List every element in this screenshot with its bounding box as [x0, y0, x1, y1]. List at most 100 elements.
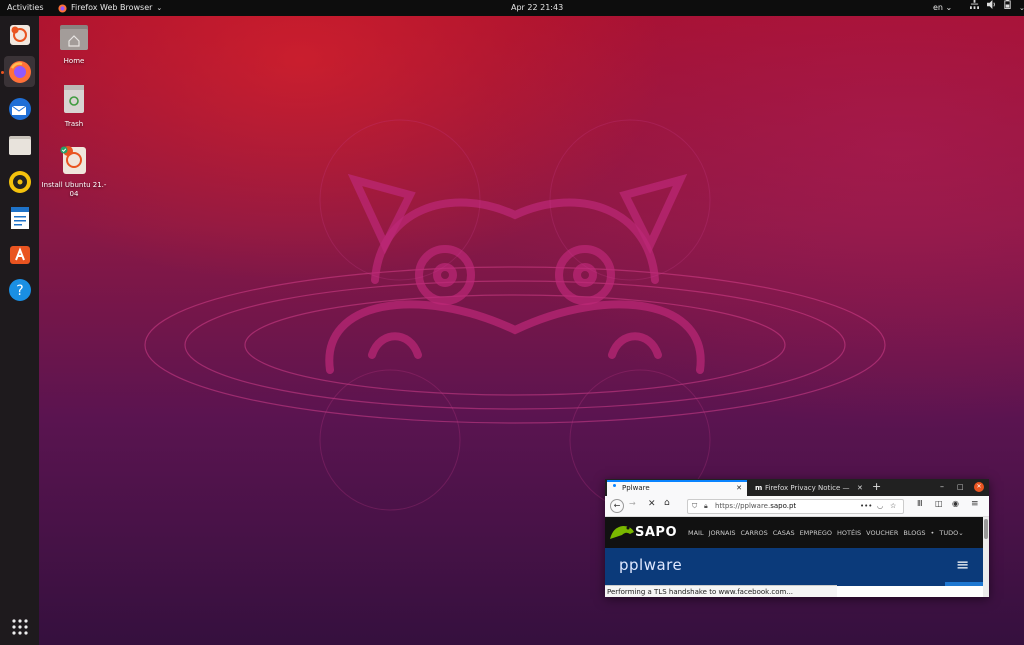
- svg-text:?: ?: [16, 283, 23, 299]
- page-actions-icon[interactable]: •••: [860, 500, 872, 513]
- lock-icon: 🔒︎: [704, 502, 708, 510]
- sapo-menu-emprego[interactable]: EMPREGO: [800, 529, 832, 537]
- firefox-icon: [8, 60, 31, 83]
- sapo-menu-tudo-label: TUDO: [939, 529, 959, 537]
- help-icon: ?: [8, 278, 31, 301]
- chevron-down-icon: ⌄: [958, 529, 964, 537]
- tab-bar: Pplware ✕ m Firefox Privacy Notice — ✕ +…: [605, 479, 989, 496]
- sapo-menu-blogs[interactable]: BLOGS: [903, 529, 925, 537]
- battery-icon: [1004, 0, 1011, 9]
- site-menu-icon[interactable]: ≡: [956, 555, 969, 574]
- dock-help[interactable]: ?: [4, 274, 35, 305]
- trash-icon: [64, 85, 84, 113]
- desktop-icon-home[interactable]: Home: [39, 23, 109, 66]
- rhythmbox-icon: [8, 170, 31, 193]
- close-window-icon[interactable]: ✕: [974, 482, 984, 492]
- app-menu-label: Firefox Web Browser: [71, 3, 153, 12]
- firefox-small-icon: [58, 3, 67, 13]
- pplware-logo[interactable]: pplware: [619, 556, 682, 574]
- sapo-menu-casas[interactable]: CASAS: [773, 529, 795, 537]
- language-label: en: [933, 3, 943, 12]
- chevron-down-icon: ⌄: [1019, 4, 1024, 12]
- loading-dot-icon: [613, 484, 616, 487]
- desktop-icon-label: Trash: [64, 120, 84, 128]
- dock-rhythmbox[interactable]: [4, 166, 35, 197]
- scrollbar[interactable]: [983, 517, 989, 597]
- forward-icon[interactable]: →: [629, 499, 636, 508]
- back-icon[interactable]: ←: [610, 499, 624, 513]
- dock-ubuntu-software[interactable]: [4, 238, 35, 269]
- stop-icon[interactable]: ✕: [648, 499, 656, 509]
- tab-pplware[interactable]: Pplware ✕: [607, 480, 747, 496]
- sapo-frog-icon: [610, 526, 634, 539]
- desktop-icon-install-ubuntu[interactable]: Install Ubuntu 21.- 04: [39, 145, 109, 199]
- network-icon: [970, 0, 979, 9]
- home-icon[interactable]: ⌂: [664, 498, 670, 508]
- ubuntu-installer-icon: [9, 24, 30, 45]
- desktop-icon-label: Install Ubuntu 21.- 04: [41, 181, 107, 198]
- close-tab-icon[interactable]: ✕: [736, 482, 742, 495]
- nav-bar: ← → ✕ ⌂ ⛉ 🔒︎ https://pplware.sapo.pt •••…: [605, 496, 989, 517]
- files-icon: [8, 135, 31, 155]
- shield-icon: ⛉: [692, 502, 698, 510]
- sapo-menu-separator: •: [930, 529, 935, 537]
- maximize-icon[interactable]: □: [957, 479, 964, 495]
- new-tab-button[interactable]: +: [872, 479, 881, 495]
- system-tray[interactable]: ⌄: [970, 0, 1024, 16]
- dock: ?: [0, 16, 39, 645]
- chevron-down-icon: ⌄: [945, 3, 953, 12]
- firefox-window: Pplware ✕ m Firefox Privacy Notice — ✕ +…: [605, 479, 989, 597]
- desktop-icon-label: Home: [63, 57, 85, 65]
- close-tab-icon[interactable]: ✕: [857, 480, 863, 496]
- tab-label: Firefox Privacy Notice —: [765, 484, 850, 492]
- sapo-menu-tudo[interactable]: TUDO⌄: [939, 529, 963, 537]
- folder-home-icon: [60, 25, 88, 50]
- url-bar[interactable]: ⛉ 🔒︎ https://pplware.sapo.pt ••• ◡ ☆: [687, 499, 904, 514]
- mozilla-icon: m: [755, 484, 763, 492]
- app-menu[interactable]: Firefox Web Browser ⌄: [58, 0, 162, 16]
- url-prefix: https://pplware.: [715, 502, 771, 510]
- activities-button[interactable]: Activities: [7, 0, 44, 16]
- ubuntu-installer-icon: [60, 146, 86, 174]
- volume-icon: [987, 0, 995, 9]
- sapo-menu-jornais[interactable]: JORNAIS: [709, 529, 736, 537]
- running-indicator: [1, 71, 4, 74]
- url-domain: sapo.pt: [770, 502, 797, 510]
- status-bar: Performing a TLS handshake to www.facebo…: [605, 585, 837, 597]
- pplware-header: pplware ≡: [605, 548, 989, 586]
- hamburger-menu-icon[interactable]: ≡: [971, 499, 979, 509]
- show-applications-button[interactable]: [4, 611, 35, 642]
- show-applications-icon: [11, 618, 28, 635]
- sapo-menu: MAIL JORNAIS CARROS CASAS EMPREGO HOTÉIS…: [688, 529, 964, 537]
- sidebar-icon[interactable]: ◫: [935, 499, 943, 508]
- bookmark-star-icon[interactable]: ☆: [890, 500, 896, 513]
- desktop-icon-trash[interactable]: Trash: [39, 84, 109, 129]
- dock-libreoffice-writer[interactable]: [4, 202, 35, 233]
- account-icon[interactable]: ◉: [952, 499, 959, 508]
- sapo-menu-hoteis[interactable]: HOTÉIS: [837, 529, 861, 537]
- tab-privacy-notice[interactable]: m Firefox Privacy Notice — ✕: [751, 480, 869, 496]
- dock-thunderbird[interactable]: [4, 93, 35, 124]
- writer-icon: [10, 206, 29, 229]
- software-center-icon: [9, 245, 30, 264]
- top-bar: Activities Firefox Web Browser ⌄ Apr 22 …: [0, 0, 1024, 16]
- library-icon[interactable]: Ⅲ: [917, 499, 923, 508]
- chevron-down-icon: ⌄: [156, 4, 163, 12]
- sapo-menu-mail[interactable]: MAIL: [688, 529, 704, 537]
- sapo-menu-carros[interactable]: CARROS: [741, 529, 768, 537]
- thunderbird-icon: [8, 97, 31, 120]
- sapo-logo[interactable]: SAPO: [635, 525, 677, 540]
- pocket-icon[interactable]: ◡: [877, 500, 883, 513]
- dock-firefox[interactable]: [4, 56, 35, 87]
- dock-files[interactable]: [4, 129, 35, 160]
- header-accent-bar: [945, 582, 983, 586]
- sapo-menu-voucher[interactable]: VOUCHER: [866, 529, 898, 537]
- sapo-header: SAPO MAIL JORNAIS CARROS CASAS EMPREGO H…: [605, 517, 989, 548]
- minimize-icon[interactable]: –: [940, 479, 944, 495]
- dock-ubuntu-installer[interactable]: [4, 19, 35, 50]
- tab-label: Pplware: [622, 484, 650, 492]
- clock[interactable]: Apr 22 21:43: [511, 0, 563, 16]
- scrollbar-thumb[interactable]: [984, 519, 988, 539]
- language-indicator[interactable]: en ⌄: [933, 0, 952, 16]
- url-text: https://pplware.sapo.pt: [715, 500, 796, 513]
